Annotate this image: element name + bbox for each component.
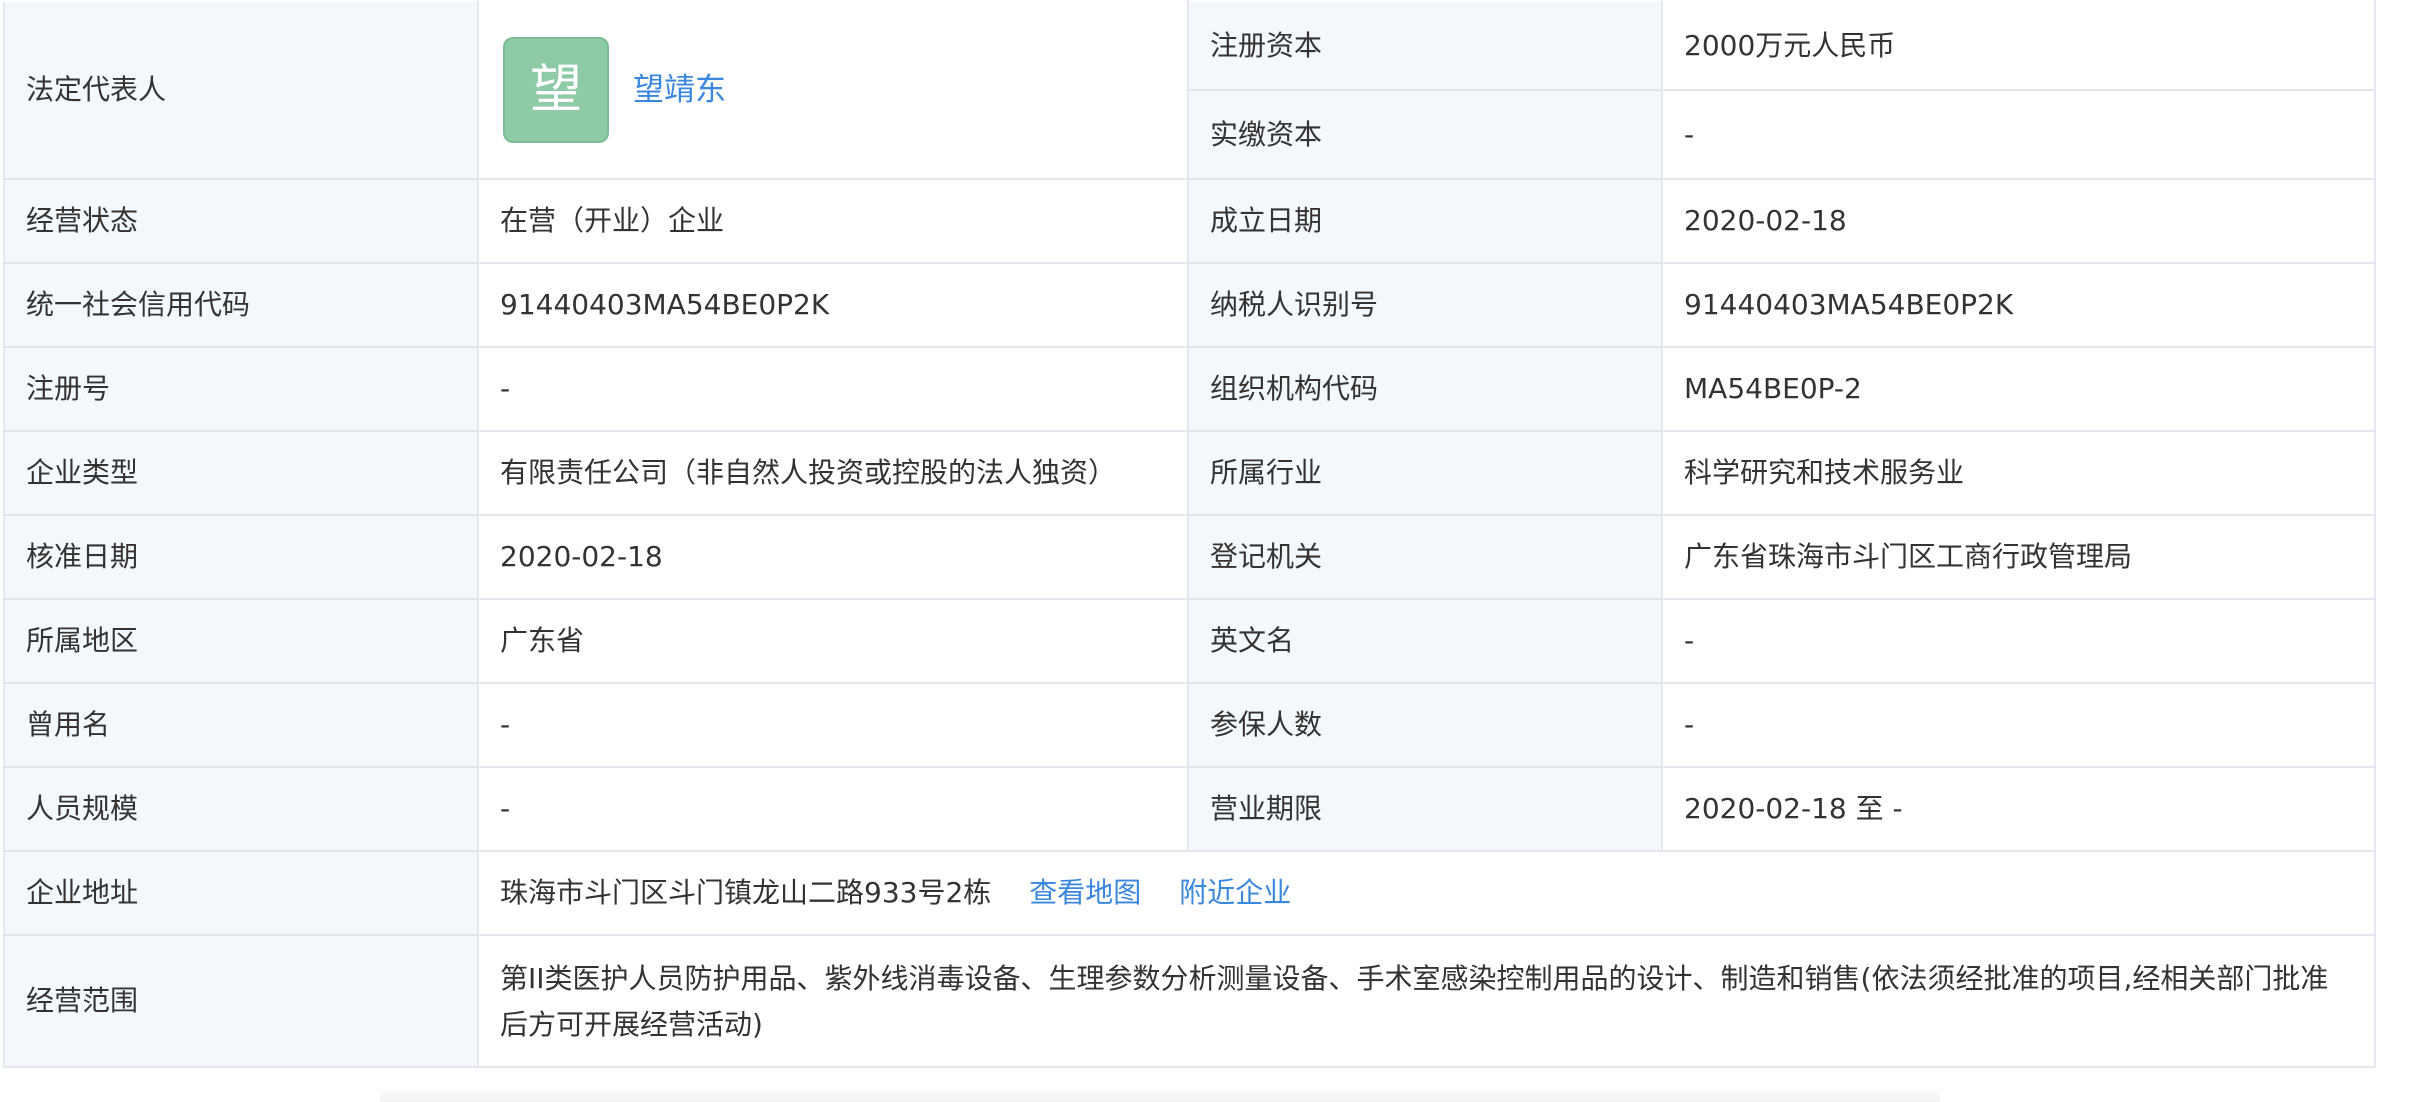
value-org-code: MA54BE0P-2: [1661, 346, 2376, 432]
value-former-name: -: [477, 682, 1189, 768]
value-credit-code: 91440403MA54BE0P2K: [477, 262, 1189, 348]
label-legal-rep: 法定代表人: [3, 0, 479, 180]
value-approval-date: 2020-02-18: [477, 514, 1189, 600]
label-staff-size: 人员规模: [3, 766, 479, 852]
label-approval-date: 核准日期: [3, 514, 479, 600]
nearby-companies-link[interactable]: 附近企业: [1179, 876, 1291, 909]
label-insured-count: 参保人数: [1187, 682, 1663, 768]
scope-cell: 第II类医护人员防护用品、紫外线消毒设备、生理参数分析测量设备、手术室感染控制用…: [477, 934, 2376, 1068]
value-company-type: 有限责任公司（非自然人投资或控股的法人独资）: [477, 430, 1189, 516]
label-address: 企业地址: [3, 850, 479, 936]
table-row: 核准日期 2020-02-18 登记机关 广东省珠海市斗门区工商行政管理局: [3, 514, 2376, 600]
bottom-shadow: [380, 1088, 1940, 1102]
value-industry: 科学研究和技术服务业: [1661, 430, 2376, 516]
table-row: 人员规模 - 营业期限 2020-02-18 至 -: [3, 766, 2376, 852]
table-row: 企业类型 有限责任公司（非自然人投资或控股的法人独资） 所属行业 科学研究和技术…: [3, 430, 2376, 516]
value-founded-date: 2020-02-18: [1661, 178, 2376, 264]
table-row: 经营范围 第II类医护人员防护用品、紫外线消毒设备、生理参数分析测量设备、手术室…: [3, 934, 2376, 1068]
value-address: 珠海市斗门区斗门镇龙山二路933号2栋: [500, 876, 992, 909]
table-row: 所属地区 广东省 英文名 -: [3, 598, 2376, 684]
label-former-name: 曾用名: [3, 682, 479, 768]
address-cell: 珠海市斗门区斗门镇龙山二路933号2栋 查看地图 附近企业: [477, 850, 2376, 936]
value-english-name: -: [1661, 598, 2376, 684]
table-row: 注册号 - 组织机构代码 MA54BE0P-2: [3, 346, 2376, 432]
label-founded-date: 成立日期: [1187, 178, 1663, 264]
value-business-scope: 第II类医护人员防护用品、紫外线消毒设备、生理参数分析测量设备、手术室感染控制用…: [500, 962, 2329, 1041]
value-taxpayer-id: 91440403MA54BE0P2K: [1661, 262, 2376, 348]
legal-rep-name-link[interactable]: 望靖东: [633, 70, 726, 110]
company-info-table: 法定代表人 望 望靖东 注册资本 2000万元人民币 实缴资本 - 经营状态 在…: [3, 0, 2376, 1068]
label-org-code: 组织机构代码: [1187, 346, 1663, 432]
legal-rep-cell: 望 望靖东: [477, 0, 1189, 180]
label-company-type: 企业类型: [3, 430, 479, 516]
table-row: 企业地址 珠海市斗门区斗门镇龙山二路933号2栋 查看地图 附近企业: [3, 850, 2376, 936]
value-paid-capital: -: [1661, 89, 2376, 180]
value-business-term: 2020-02-18 至 -: [1661, 766, 2376, 852]
table-row: 曾用名 - 参保人数 -: [3, 682, 2376, 768]
label-credit-code: 统一社会信用代码: [3, 262, 479, 348]
label-business-scope: 经营范围: [3, 934, 479, 1068]
value-insured-count: -: [1661, 682, 2376, 768]
label-taxpayer-id: 纳税人识别号: [1187, 262, 1663, 348]
value-region: 广东省: [477, 598, 1189, 684]
label-region: 所属地区: [3, 598, 479, 684]
value-registration-number: -: [477, 346, 1189, 432]
value-registration-authority: 广东省珠海市斗门区工商行政管理局: [1661, 514, 2376, 600]
legal-rep-avatar[interactable]: 望: [503, 37, 609, 143]
table-row: 经营状态 在营（开业）企业 成立日期 2020-02-18: [3, 178, 2376, 264]
label-registered-capital: 注册资本: [1187, 0, 1663, 91]
label-paid-capital: 实缴资本: [1187, 89, 1663, 180]
value-staff-size: -: [477, 766, 1189, 852]
label-business-term: 营业期限: [1187, 766, 1663, 852]
label-registration-number: 注册号: [3, 346, 479, 432]
table-row: 统一社会信用代码 91440403MA54BE0P2K 纳税人识别号 91440…: [3, 262, 2376, 348]
label-registration-authority: 登记机关: [1187, 514, 1663, 600]
label-operating-status: 经营状态: [3, 178, 479, 264]
view-map-link[interactable]: 查看地图: [1029, 876, 1141, 909]
label-industry: 所属行业: [1187, 430, 1663, 516]
value-registered-capital: 2000万元人民币: [1661, 0, 2376, 91]
label-english-name: 英文名: [1187, 598, 1663, 684]
value-operating-status: 在营（开业）企业: [477, 178, 1189, 264]
table-row: 法定代表人 望 望靖东 注册资本 2000万元人民币: [3, 0, 2376, 180]
